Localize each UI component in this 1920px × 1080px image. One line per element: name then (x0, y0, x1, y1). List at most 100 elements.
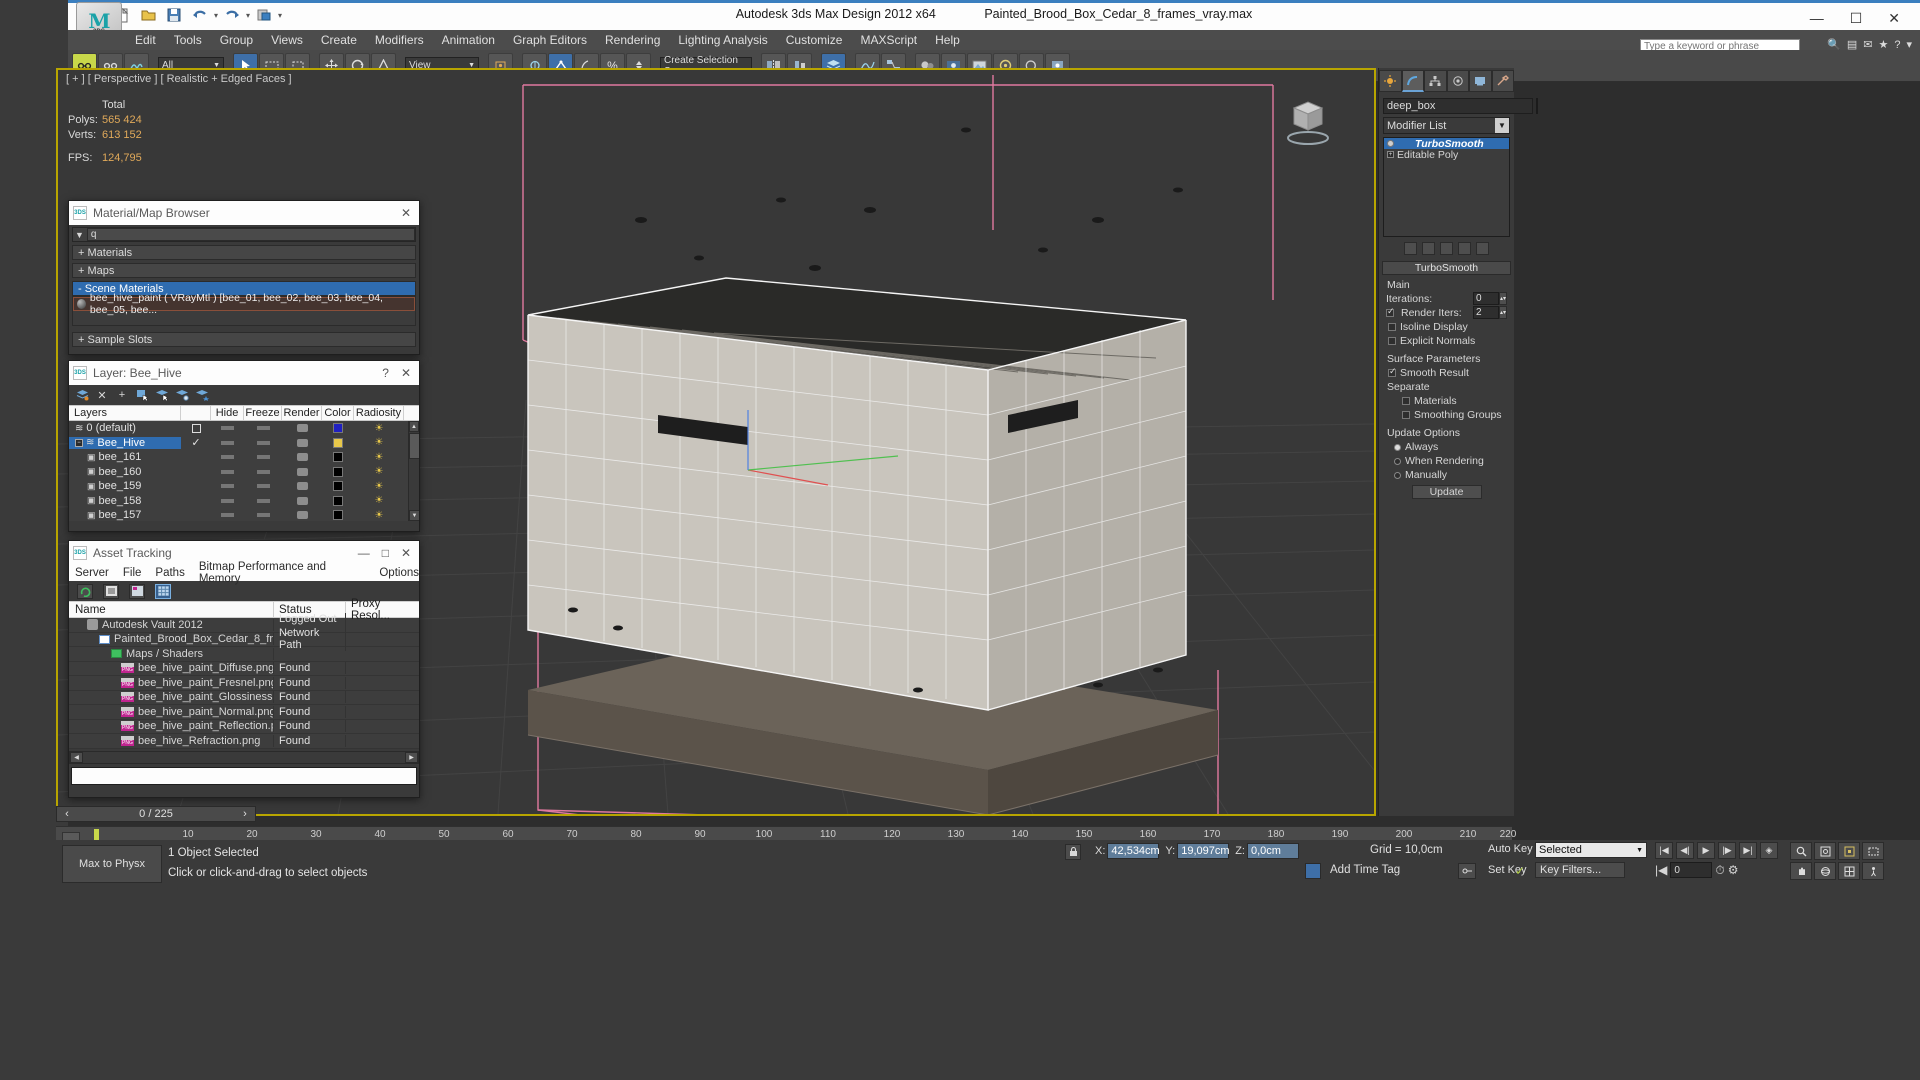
asset-name-cell[interactable]: bee_hive_Refraction.png (69, 734, 274, 747)
scroll-down-icon[interactable]: ▼ (409, 510, 419, 521)
scrollbar-track[interactable] (83, 752, 405, 763)
layer-name-cell[interactable]: ▣ bee_161 (69, 451, 181, 463)
redo-icon[interactable] (220, 4, 244, 26)
layer-row[interactable]: − ≋ Bee_Hive ✓ ☀ (69, 436, 419, 451)
close-button[interactable]: ✕ (401, 206, 411, 220)
open-file-icon[interactable] (136, 4, 160, 26)
layer-row[interactable]: ▣ bee_160 ☀ (69, 465, 419, 480)
material-search-input[interactable] (86, 228, 415, 241)
freeze-cell[interactable] (244, 469, 282, 474)
light-bulb-icon[interactable] (1387, 140, 1394, 147)
explicit-normals-row[interactable]: Explicit Normals (1388, 335, 1507, 347)
next-frame-button[interactable]: › (239, 808, 251, 820)
key-filters-button[interactable]: Key Filters... (1535, 862, 1625, 878)
asset-rows[interactable]: Autodesk Vault 2012 Logged Out ... Paint… (69, 612, 419, 749)
x-coordinate-field[interactable]: 42,534cm (1107, 843, 1160, 859)
iterations-value[interactable]: 0 (1473, 292, 1499, 305)
render-cell[interactable] (282, 424, 322, 433)
configure-modifier-sets-icon[interactable] (1476, 241, 1489, 255)
color-cell[interactable] (322, 437, 354, 448)
help-button[interactable]: ? (382, 366, 389, 380)
update-manually-radio[interactable] (1394, 471, 1401, 479)
iterations-spinner[interactable]: 0 ▴▾ (1473, 292, 1507, 305)
scroll-right-icon[interactable]: ▶ (405, 751, 418, 763)
max-to-physx-button[interactable]: Max to Physx (62, 845, 162, 883)
spinner-arrows-icon[interactable]: ▴▾ (1499, 292, 1507, 305)
scroll-left-icon[interactable]: ◀ (70, 751, 83, 763)
layer-name-cell[interactable]: ▣ bee_160 (69, 466, 181, 478)
asset-name-cell[interactable]: bee_hive_paint_Fresnel.png (69, 676, 274, 689)
radiosity-cell[interactable]: ☀ (354, 437, 404, 448)
delete-layer-icon[interactable]: ✕ (95, 388, 109, 402)
go-to-start-icon[interactable]: |◀ (1655, 842, 1673, 859)
radiosity-cell[interactable]: ☀ (354, 423, 404, 434)
freeze-cell[interactable] (244, 498, 282, 503)
selected-dropdown[interactable]: Selected ▼ (1535, 842, 1647, 858)
freeze-cell[interactable] (244, 426, 282, 431)
layer-name-cell[interactable]: ▣ bee_157 (69, 509, 181, 521)
maximize-button[interactable]: ☐ (1850, 10, 1863, 27)
menu-item-rendering[interactable]: Rendering (596, 32, 669, 48)
render-cell[interactable] (282, 511, 322, 520)
asset-tracking-dialog[interactable]: 3DS Asset Tracking — □ ✕ Server File Pat… (68, 540, 420, 798)
render-iters-spinner[interactable]: 2 ▴▾ (1473, 306, 1507, 319)
table-row[interactable]: Painted_Brood_Box_Cedar_8_frames_vr... N… (69, 627, 419, 652)
walkthrough-icon[interactable] (1862, 862, 1884, 880)
hide-cell[interactable] (211, 455, 244, 460)
make-unique-icon[interactable] (1440, 241, 1453, 255)
undo-icon[interactable] (188, 4, 212, 26)
radiosity-cell[interactable]: ☀ (354, 495, 404, 506)
render-cell[interactable] (282, 496, 322, 505)
current-frame-stepper-icon[interactable]: |◀ (1655, 863, 1667, 877)
menu-item-tools[interactable]: Tools (165, 32, 211, 48)
add-selection-to-layer-icon[interactable] (175, 388, 189, 402)
select-objects-in-layer-icon[interactable] (135, 388, 149, 402)
previous-frame-icon[interactable]: ◀| (1676, 842, 1694, 859)
modifier-stack-item-turbosmooth[interactable]: TurboSmooth (1384, 138, 1509, 150)
sample-slots-group-header[interactable]: + Sample Slots (72, 332, 416, 347)
freeze-cell[interactable] (244, 484, 282, 489)
menu-item-create[interactable]: Create (312, 32, 366, 48)
radiosity-cell[interactable]: ☀ (354, 452, 404, 463)
layer-name-cell[interactable]: ≋ 0 (default) (69, 422, 181, 434)
menu-item-customize[interactable]: Customize (777, 32, 852, 48)
asset-name-cell[interactable]: bee_hive_paint_Normal.png (69, 705, 274, 718)
menu-item-views[interactable]: Views (262, 32, 312, 48)
set-key-check-icon[interactable]: ✓ (1515, 864, 1525, 878)
isoline-display-checkbox[interactable] (1388, 323, 1396, 331)
hide-cell[interactable] (211, 513, 244, 518)
save-file-icon[interactable] (162, 4, 186, 26)
menu-item-maxscript[interactable]: MAXScript (851, 32, 926, 48)
layer-row[interactable]: ≋ 0 (default) ☀ (69, 421, 419, 436)
zoom-extents-icon[interactable] (1838, 842, 1860, 860)
menu-item-animation[interactable]: Animation (433, 32, 504, 48)
highlight-selected-objects-icon[interactable] (155, 388, 169, 402)
modify-tab[interactable] (1401, 70, 1424, 92)
modifier-list-dropdown[interactable]: Modifier List ▼ (1383, 117, 1510, 134)
materials-group-header[interactable]: + Materials (72, 245, 416, 260)
rollout-title[interactable]: TurboSmooth (1382, 261, 1511, 275)
create-new-layer-icon[interactable] (75, 388, 89, 402)
orbit-icon[interactable] (1814, 862, 1836, 880)
filter-dropdown-icon[interactable]: ▼ (75, 230, 84, 240)
color-cell[interactable] (322, 466, 354, 477)
utilities-tab[interactable] (1491, 70, 1514, 92)
time-slider[interactable]: ‹ 0 / 225 › (56, 806, 256, 822)
menu-item-bitmap-performance[interactable]: Bitmap Performance and Memory (199, 561, 366, 585)
asset-horizontal-scrollbar[interactable]: ◀ ▶ (69, 750, 419, 764)
render-cell[interactable] (282, 453, 322, 462)
redo-dropdown-icon[interactable]: ▾ (246, 11, 250, 20)
radiosity-cell[interactable]: ☀ (354, 510, 404, 521)
minimize-button[interactable]: — (1810, 10, 1824, 26)
object-name-input[interactable] (1383, 98, 1533, 114)
color-cell[interactable] (322, 495, 354, 506)
set-project-folder-icon[interactable] (252, 4, 276, 26)
layer-rows[interactable]: ≋ 0 (default) ☀ − ≋ Bee_Hive ✓ ☀ ▣ bee_161 (69, 421, 419, 521)
explicit-normals-checkbox[interactable] (1388, 337, 1396, 345)
zoom-region-icon[interactable] (1862, 842, 1884, 860)
current-layer-cell[interactable]: ✓ (181, 436, 211, 449)
menu-item-server[interactable]: Server (75, 567, 109, 579)
layer-row[interactable]: ▣ bee_158 ☀ (69, 494, 419, 509)
hide-cell[interactable] (211, 498, 244, 503)
color-cell[interactable] (322, 452, 354, 463)
